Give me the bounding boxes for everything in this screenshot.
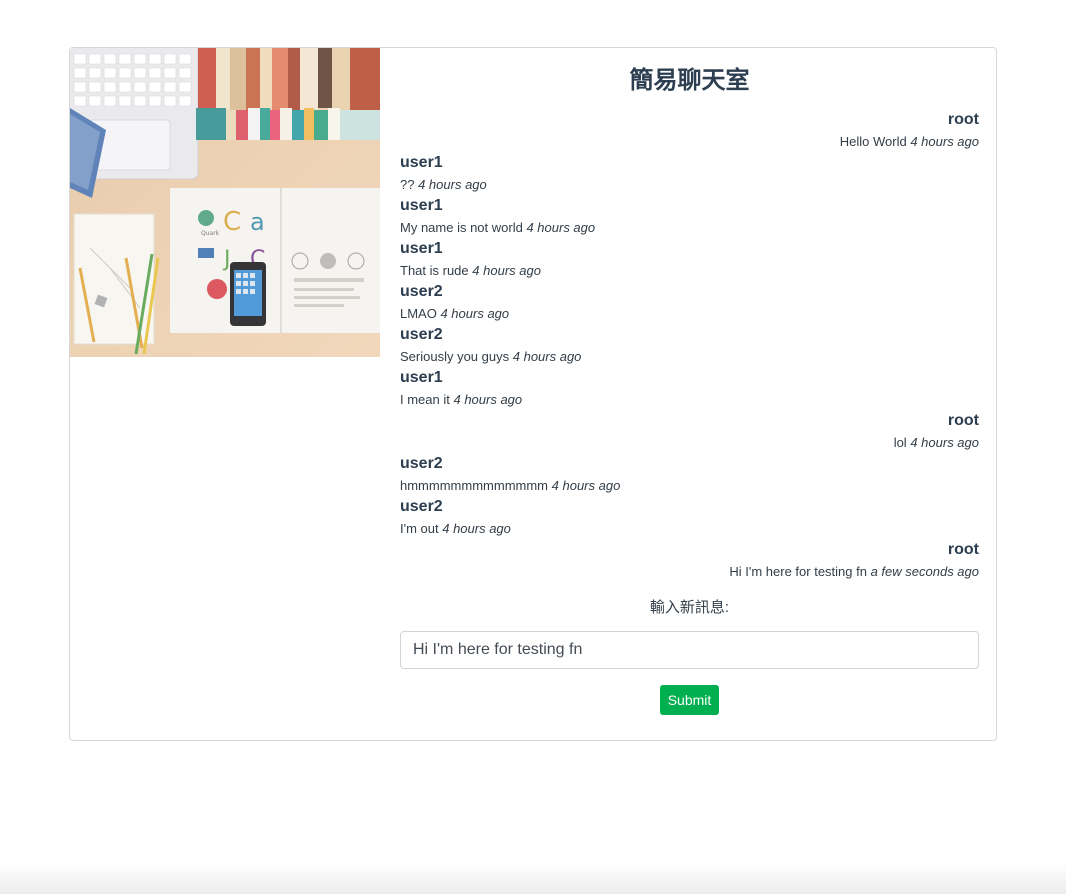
message-time: 4 hours ago — [910, 134, 979, 149]
message-line: I mean it 4 hours ago — [400, 389, 979, 410]
message-text: My name is not world — [400, 220, 523, 235]
message-text: Seriously you guys — [400, 349, 510, 364]
message-username: user2 — [400, 455, 443, 472]
message-line: hmmmmmmmmmmmmm 4 hours ago — [400, 475, 979, 496]
page-title: 簡易聊天室 — [629, 67, 750, 94]
message-username: user1 — [400, 154, 443, 171]
message-time: 4 hours ago — [440, 306, 510, 321]
message-line: ?? 4 hours ago — [400, 174, 979, 195]
message-time: 4 hours ago — [442, 521, 511, 536]
message-text: I mean it — [400, 392, 450, 407]
message-line: LMAO 4 hours ago — [400, 303, 979, 324]
message-item: user2 I'm out 4 hours ago — [400, 496, 979, 539]
message-line: That is rude 4 hours ago — [400, 260, 979, 281]
message-time: 4 hours ago — [418, 177, 487, 192]
message-username: user2 — [400, 326, 443, 343]
message-time: 4 hours ago — [526, 220, 596, 235]
message-line: lol 4 hours ago — [400, 432, 979, 453]
message-text: hmmmmmmmmmmmmm — [400, 478, 549, 493]
new-message-label: 輸入新訊息: — [649, 599, 730, 616]
submit-button[interactable]: Submit — [659, 685, 720, 715]
message-username: user2 — [400, 498, 443, 515]
message-username: root — [947, 412, 979, 429]
message-item: root lol 4 hours ago — [400, 410, 979, 453]
message-username: user2 — [400, 283, 443, 300]
message-line: I'm out 4 hours ago — [400, 518, 979, 539]
chat-panel: 簡易聊天室 root Hello World 4 hours ago user1… — [400, 48, 979, 715]
message-item: user1 That is rude 4 hours ago — [400, 238, 979, 281]
message-text: I'm out — [400, 521, 439, 536]
message-username: root — [947, 541, 979, 558]
message-text: Hello World — [839, 134, 907, 149]
message-line: Hi I'm here for testing fn a few seconds… — [400, 561, 979, 582]
message-list: root Hello World 4 hours ago user1 ?? 4 … — [400, 109, 979, 582]
message-username: user1 — [400, 369, 443, 386]
message-username: user1 — [400, 240, 443, 257]
message-line: Seriously you guys 4 hours ago — [400, 346, 979, 367]
message-text: lol — [893, 435, 907, 450]
message-time: 4 hours ago — [472, 263, 541, 278]
desk-workspace-photo: Quark C a J C — [70, 48, 380, 357]
message-time: 4 hours ago — [910, 435, 979, 450]
message-text: LMAO — [400, 306, 437, 321]
message-item: user1 ?? 4 hours ago — [400, 152, 979, 195]
message-item: user2 LMAO 4 hours ago — [400, 281, 979, 324]
message-time: 4 hours ago — [453, 392, 523, 407]
message-input[interactable] — [400, 631, 979, 669]
message-text: ?? — [400, 177, 415, 192]
message-time: 4 hours ago — [551, 478, 621, 493]
message-item: user1 My name is not world 4 hours ago — [400, 195, 979, 238]
message-item: root Hi I'm here for testing fn a few se… — [400, 539, 979, 582]
message-item: user1 I mean it 4 hours ago — [400, 367, 979, 410]
message-line: My name is not world 4 hours ago — [400, 217, 979, 238]
message-text: Hi I'm here for testing fn — [729, 564, 867, 579]
chat-card: Quark C a J C 簡易聊天室 root Hello World 4 h… — [69, 47, 997, 741]
message-line: Hello World 4 hours ago — [400, 131, 979, 152]
message-time: 4 hours ago — [512, 349, 582, 364]
message-username: root — [947, 111, 979, 128]
message-item: user2 hmmmmmmmmmmmmm 4 hours ago — [400, 453, 979, 496]
message-item: user2 Seriously you guys 4 hours ago — [400, 324, 979, 367]
page: Quark C a J C 簡易聊天室 root Hello World 4 h… — [0, 0, 1066, 894]
message-time: a few seconds ago — [870, 564, 979, 579]
message-username: user1 — [400, 197, 443, 214]
submit-wrap: Submit — [400, 685, 979, 715]
bottom-fade — [0, 864, 1066, 894]
message-item: root Hello World 4 hours ago — [400, 109, 979, 152]
message-text: That is rude — [400, 263, 469, 278]
